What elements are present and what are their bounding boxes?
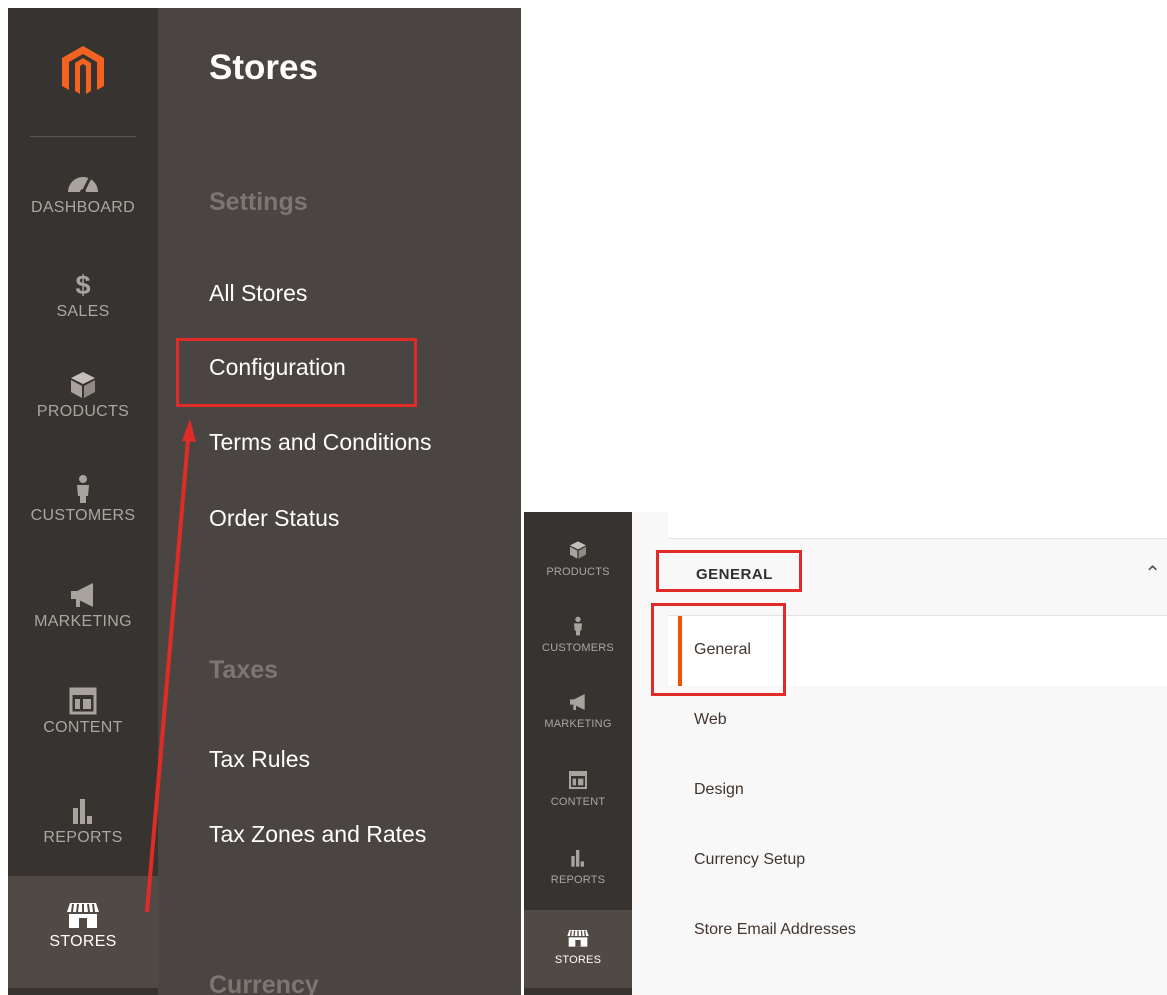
highlight-general-group — [656, 550, 802, 592]
chevron-up-icon[interactable]: ⌃ — [1144, 561, 1161, 586]
mini-nav-marketing[interactable]: MARKETING — [524, 692, 632, 748]
mini-nav-content[interactable]: CONTENT — [524, 770, 632, 826]
tab-currency-setup[interactable]: Currency Setup — [668, 826, 1167, 896]
highlight-general-tab — [651, 603, 786, 696]
tab-store-email-addresses[interactable]: Store Email Addresses — [668, 896, 1167, 966]
mini-nav-stores[interactable]: STORES — [524, 910, 632, 988]
megaphone-icon — [570, 694, 585, 710]
mini-admin-sidebar: PRODUCTS CUSTOMERS MARKETING CONTENT REP… — [524, 512, 632, 995]
mini-nav-customers-label: CUSTOMERS — [542, 642, 614, 654]
mini-nav-reports-label: REPORTS — [550, 874, 606, 886]
mini-nav-stores-label: STORES — [554, 954, 602, 966]
mini-nav-content-label: CONTENT — [550, 796, 606, 808]
arrow-head-icon — [182, 419, 196, 442]
tab-design[interactable]: Design — [668, 756, 1167, 826]
person-icon — [574, 616, 582, 636]
mini-nav-customers[interactable]: CUSTOMERS — [524, 616, 632, 672]
tab-currency-setup-label: Currency Setup — [694, 851, 806, 868]
layout-icon — [569, 771, 587, 789]
storefront-icon — [567, 930, 589, 947]
mini-nav-reports[interactable]: REPORTS — [524, 848, 632, 904]
mini-nav-products[interactable]: PRODUCTS — [524, 540, 632, 596]
tab-web[interactable]: Web — [668, 686, 1167, 756]
box-icon — [570, 541, 586, 559]
mini-nav-products-label: PRODUCTS — [546, 566, 610, 578]
mini-nav-marketing-label: MARKETING — [544, 718, 612, 730]
tab-web-label: Web — [694, 711, 727, 728]
tab-store-email-addresses-label: Store Email Addresses — [694, 921, 856, 938]
config-top-strip — [668, 512, 1167, 538]
tab-design-label: Design — [694, 781, 744, 798]
bar-chart-icon — [571, 850, 584, 867]
